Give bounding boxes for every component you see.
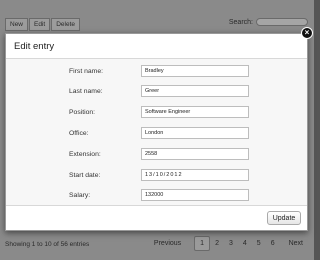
last-name-input[interactable]: [141, 85, 249, 97]
update-button[interactable]: Update: [267, 211, 301, 225]
pager-page-6[interactable]: 6: [266, 237, 280, 250]
salary-input[interactable]: [141, 189, 249, 201]
delete-button[interactable]: Delete: [51, 18, 81, 31]
edit-entry-dialog: Edit entry First name: Last name: Positi…: [5, 33, 308, 231]
pager-page-1[interactable]: 1: [194, 236, 211, 251]
edit-button[interactable]: Edit: [29, 18, 51, 31]
salary-label: Salary:: [69, 191, 91, 199]
dialog-footer: Update: [6, 205, 307, 230]
office-label: Office:: [69, 129, 89, 137]
dialog-header: Edit entry: [6, 34, 307, 59]
start-date-input[interactable]: [141, 169, 249, 181]
pager-page-2[interactable]: 2: [210, 237, 224, 250]
first-name-input[interactable]: [141, 65, 249, 77]
pager-page-3[interactable]: 3: [224, 237, 238, 250]
extension-input[interactable]: [141, 148, 249, 160]
extension-label: Extension:: [69, 150, 101, 158]
pagination: Previous 1 2 3 4 5 6 Next: [149, 236, 308, 251]
office-input[interactable]: [141, 127, 249, 139]
position-label: Position:: [69, 108, 96, 116]
pager-page-5[interactable]: 5: [252, 237, 266, 250]
position-input[interactable]: [141, 106, 249, 118]
toolbar: New Edit Delete: [5, 18, 81, 31]
new-button[interactable]: New: [5, 18, 29, 31]
dialog-body: First name: Last name: Position: Office:…: [6, 59, 307, 206]
last-name-label: Last name:: [69, 87, 103, 95]
search-label: Search:: [228, 18, 253, 26]
start-date-label: Start date:: [69, 171, 101, 179]
search-input[interactable]: [256, 18, 308, 26]
dialog-title: Edit entry: [14, 40, 55, 52]
pager-previous[interactable]: Previous: [149, 237, 186, 250]
first-name-label: First name:: [69, 67, 103, 75]
pager-next[interactable]: Next: [284, 237, 308, 250]
close-icon[interactable]: ×: [301, 27, 313, 39]
table-info: Showing 1 to 10 of 56 entries: [5, 241, 90, 248]
search-box: Search:: [229, 18, 308, 26]
pager-page-4[interactable]: 4: [238, 237, 252, 250]
